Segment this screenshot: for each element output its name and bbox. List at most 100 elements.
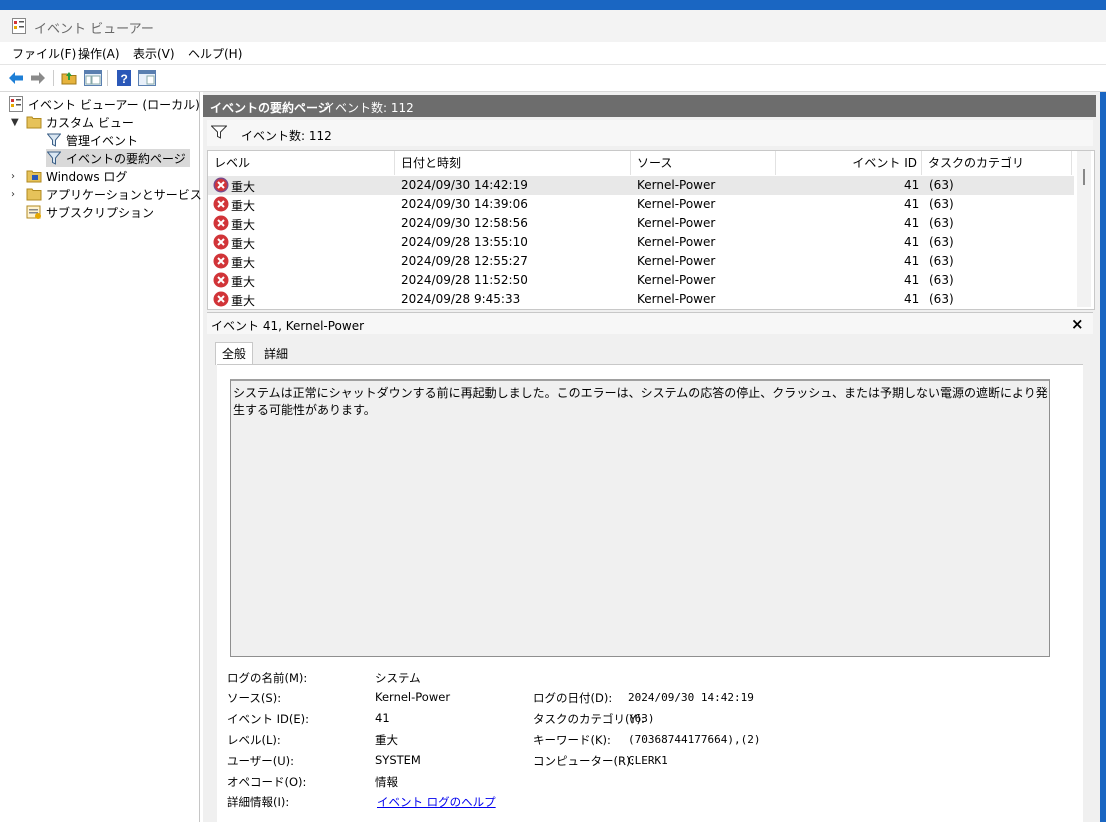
menu-bar: ファイル(F) 操作(A) 表示(V) ヘルプ(H) (0, 42, 1106, 65)
event-detail-header: イベント 41, Kernel-Power × (207, 312, 1093, 335)
menu-view[interactable]: 表示(V) (133, 45, 175, 62)
console-view-icon[interactable] (84, 69, 102, 87)
table-row[interactable]: 重大 2024/09/28 9:45:33 Kernel-Power 41 (6… (208, 290, 1074, 309)
event-source: Kernel-Power (637, 273, 716, 287)
table-row[interactable]: 重大 2024/09/28 11:52:50 Kernel-Power 41 (… (208, 271, 1074, 290)
event-datetime: 2024/09/28 13:55:10 (401, 235, 528, 249)
more-info-label: 詳細情報(I): (227, 795, 290, 809)
keywords-value: (70368744177664),(2) (628, 733, 761, 746)
menu-help[interactable]: ヘルプ(H) (188, 45, 242, 62)
menu-file[interactable]: ファイル(F) (12, 45, 76, 62)
column-header-datetime[interactable]: 日付と時刻 (395, 151, 631, 175)
event-id-value: 41 (375, 711, 390, 725)
subscription-icon (26, 204, 42, 220)
critical-error-icon (213, 177, 229, 193)
event-task: (63) (929, 235, 954, 249)
critical-error-icon (213, 291, 229, 307)
event-level: 重大 (231, 218, 256, 232)
tree-item-windows-logs[interactable]: Windows ログ (26, 167, 127, 185)
event-id: 41 (904, 197, 920, 211)
table-row[interactable]: 重大 2024/09/28 13:55:10 Kernel-Power 41 (… (208, 233, 1074, 252)
tab-details[interactable]: 詳細 (258, 343, 294, 365)
tree-item-app-service-logs[interactable]: アプリケーションとサービス ログ (26, 185, 230, 203)
log-name-value: システム (375, 671, 421, 685)
critical-error-icon (213, 272, 229, 288)
event-id: 41 (904, 235, 920, 249)
event-id: 41 (904, 216, 920, 230)
close-icon[interactable]: × (1071, 315, 1084, 333)
source-value: Kernel-Power (375, 690, 451, 704)
content-header: イベントの要約ページ イベント数: 112 (203, 95, 1096, 117)
event-source: Kernel-Power (637, 216, 716, 230)
event-datetime: 2024/09/30 14:39:06 (401, 197, 528, 211)
tree-item-custom-views[interactable]: カスタム ビュー (26, 113, 134, 131)
svg-text:?: ? (121, 72, 128, 86)
event-level: 重大 (231, 199, 256, 213)
chevron-down-icon[interactable]: ▼ (11, 117, 21, 128)
event-datetime: 2024/09/30 12:58:56 (401, 216, 528, 230)
critical-error-icon (213, 215, 229, 231)
chevron-right-icon[interactable]: › (11, 189, 21, 200)
tree-item-root[interactable]: イベント ビューアー (ローカル) (8, 95, 200, 113)
tree-label: サブスクリプション (46, 205, 155, 220)
user-value: SYSTEM (375, 753, 421, 767)
properties-icon[interactable] (138, 69, 156, 87)
event-level: 重大 (231, 180, 256, 194)
event-id: 41 (904, 178, 920, 192)
tree-item-subscriptions[interactable]: サブスクリプション (26, 203, 154, 221)
filter-icon (46, 150, 62, 166)
chevron-right-icon[interactable]: › (11, 171, 21, 182)
event-task: (63) (929, 178, 954, 192)
column-header-event-id[interactable]: イベント ID (776, 151, 922, 175)
folder-icon (26, 114, 42, 130)
opcode-value: 情報 (375, 775, 398, 789)
log-name-label: ログの名前(M): (227, 671, 308, 685)
source-label: ソース(S): (227, 691, 282, 705)
tree-label: 管理イベント (66, 133, 139, 148)
scrollbar-thumb[interactable] (1083, 169, 1085, 185)
event-id: 41 (904, 254, 920, 268)
event-count: イベント数: 112 (323, 101, 414, 115)
keywords-label: キーワード(K): (533, 733, 611, 747)
tree-item-summary-page[interactable]: イベントの要約ページ (46, 149, 190, 167)
event-datetime: 2024/09/30 14:42:19 (401, 178, 528, 192)
toolbar: ? (0, 65, 1106, 92)
events-table: レベル 日付と時刻 ソース イベント ID タスクのカテゴリ 重大 2024/0… (207, 150, 1095, 310)
event-source: Kernel-Power (637, 197, 716, 211)
column-header-task-category[interactable]: タスクのカテゴリ (922, 151, 1072, 175)
event-message-box[interactable]: システムは正常にシャットダウンする前に再起動しました。このエラーは、システムの応… (230, 379, 1050, 657)
event-level: 重大 (231, 294, 256, 308)
table-row[interactable]: 重大 2024/09/30 14:39:06 Kernel-Power 41 (… (208, 195, 1074, 214)
event-level: 重大 (231, 256, 256, 270)
table-row[interactable]: 重大 2024/09/30 12:58:56 Kernel-Power 41 (… (208, 214, 1074, 233)
event-level: 重大 (231, 237, 256, 251)
menu-action[interactable]: 操作(A) (78, 45, 120, 62)
back-arrow-icon[interactable] (7, 69, 25, 87)
event-level: 重大 (231, 275, 256, 289)
level-label: レベル(L): (227, 733, 281, 747)
column-header-source[interactable]: ソース (631, 151, 776, 175)
table-row[interactable]: 重大 2024/09/30 14:42:19 Kernel-Power 41 (… (208, 176, 1074, 195)
event-id: 41 (904, 273, 920, 287)
vertical-scrollbar[interactable] (1077, 151, 1091, 307)
help-icon[interactable]: ? (115, 69, 133, 87)
event-datetime: 2024/09/28 11:52:50 (401, 273, 528, 287)
event-task: (63) (929, 216, 954, 230)
tree-item-admin-events[interactable]: 管理イベント (46, 131, 138, 149)
event-source: Kernel-Power (637, 178, 716, 192)
user-label: ユーザー(U): (227, 754, 295, 768)
task-category-value: (63) (628, 712, 655, 725)
logged-value: 2024/09/30 14:42:19 (628, 691, 754, 704)
window-top-edge (0, 0, 1106, 10)
table-row[interactable]: 重大 2024/09/28 12:55:27 Kernel-Power 41 (… (208, 252, 1074, 271)
event-log-help-link[interactable]: イベント ログのヘルプ (377, 794, 496, 810)
tree-label: イベントの要約ページ (66, 151, 186, 166)
forward-arrow-icon[interactable] (29, 69, 47, 87)
column-header-level[interactable]: レベル (208, 151, 395, 175)
tab-general[interactable]: 全般 (215, 342, 254, 365)
event-datetime: 2024/09/28 12:55:27 (401, 254, 528, 268)
navigation-tree: イベント ビューアー (ローカル) ▼ カスタム ビュー 管理イベント イベント… (0, 92, 230, 822)
opcode-label: オペコード(O): (227, 775, 307, 789)
folder-up-icon[interactable] (60, 69, 78, 87)
toolbar-separator (53, 70, 54, 86)
